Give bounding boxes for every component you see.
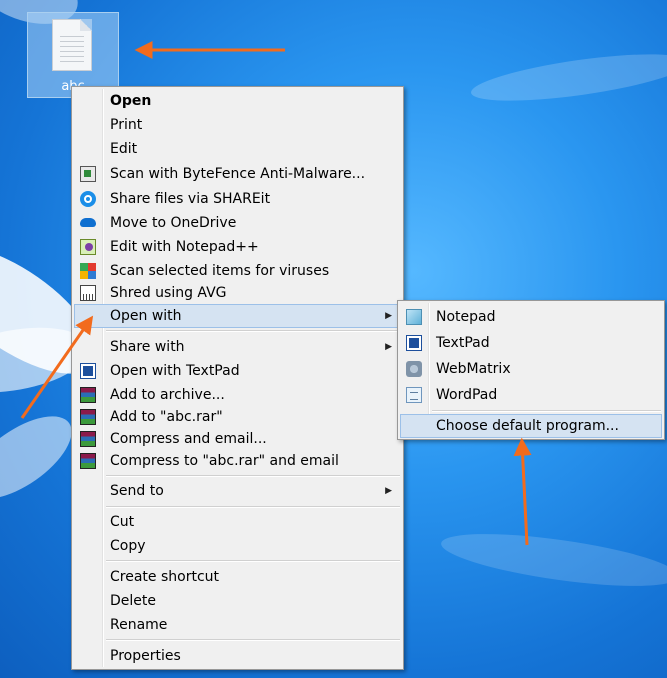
menu-item-scan-bytefence[interactable]: Scan with ByteFence Anti-Malware...: [75, 163, 400, 185]
notepad-icon: [406, 309, 422, 325]
menu-item-share-with[interactable]: Share with ▶: [75, 336, 400, 358]
textpad-icon: [406, 335, 422, 351]
wordpad-icon: [406, 387, 422, 403]
menu-item-shred[interactable]: Shred using AVG: [75, 282, 400, 304]
menu-item-label: Copy: [110, 538, 146, 554]
submenu-arrow-icon: ▶: [385, 486, 392, 496]
menu-item-open[interactable]: Open: [75, 90, 400, 112]
menu-separator: [432, 410, 661, 412]
webmatrix-icon: [406, 361, 422, 377]
submenu-item-textpad[interactable]: TextPad: [401, 332, 661, 354]
menu-item-shareit[interactable]: Share files via SHAREit: [75, 188, 400, 210]
menu-item-label: Edit: [110, 141, 138, 157]
menu-item-copy[interactable]: Copy: [75, 535, 400, 557]
menu-item-send-to[interactable]: Send to ▶: [75, 480, 400, 502]
textpad-icon: [80, 363, 96, 379]
menu-item-label: Delete: [110, 593, 156, 609]
menu-item-edit[interactable]: Edit: [75, 138, 400, 160]
winrar-icon: [80, 409, 96, 425]
menu-item-label: TextPad: [436, 335, 490, 351]
menu-item-print[interactable]: Print: [75, 114, 400, 136]
menu-item-label: Rename: [110, 617, 168, 633]
submenu-item-webmatrix[interactable]: WebMatrix: [401, 358, 661, 380]
menu-item-compress-abc-email[interactable]: Compress to "abc.rar" and email: [75, 450, 400, 472]
menu-separator: [106, 506, 400, 508]
menu-item-label: WordPad: [436, 387, 498, 403]
notepadpp-icon: [80, 239, 96, 255]
menu-item-label: Open with: [110, 308, 182, 324]
submenu-item-notepad[interactable]: Notepad: [401, 306, 661, 328]
menu-item-label: Send to: [110, 483, 164, 499]
menu-item-label: Open with TextPad: [110, 363, 240, 379]
menu-separator: [106, 560, 400, 562]
bytefence-icon: [80, 166, 96, 182]
onedrive-icon: [80, 218, 96, 227]
wallpaper-petal: [438, 523, 667, 597]
menu-item-scan-viruses[interactable]: Scan selected items for viruses: [75, 260, 400, 282]
menu-separator: [106, 639, 400, 641]
submenu-arrow-icon: ▶: [385, 311, 392, 321]
menu-item-label: Create shortcut: [110, 569, 220, 585]
submenu-item-choose-default[interactable]: Choose default program...: [400, 414, 662, 438]
menu-item-label: Notepad: [436, 309, 496, 325]
winrar-icon: [80, 387, 96, 403]
menu-separator: [106, 475, 400, 477]
menu-item-label: Shred using AVG: [110, 285, 227, 301]
submenu-item-wordpad[interactable]: WordPad: [401, 384, 661, 406]
menu-item-add-archive[interactable]: Add to archive...: [75, 384, 400, 406]
menu-item-onedrive[interactable]: Move to OneDrive: [75, 212, 400, 234]
wallpaper-petal: [468, 44, 667, 111]
menu-item-label: Compress and email...: [110, 431, 267, 447]
context-menu: Open Print Edit Scan with ByteFence Anti…: [71, 86, 404, 670]
text-document-icon: [52, 19, 92, 71]
menu-item-label: Add to "abc.rar": [110, 409, 223, 425]
avg-icon: [80, 263, 96, 279]
menu-separator: [106, 330, 400, 332]
menu-item-label: Compress to "abc.rar" and email: [110, 453, 339, 469]
menu-item-label: Share with: [110, 339, 185, 355]
menu-item-label: Cut: [110, 514, 135, 530]
menu-item-label: Properties: [110, 648, 181, 664]
menu-item-compress-email[interactable]: Compress and email...: [75, 428, 400, 450]
winrar-icon: [80, 431, 96, 447]
menu-item-delete[interactable]: Delete: [75, 590, 400, 612]
menu-item-open-textpad[interactable]: Open with TextPad: [75, 360, 400, 382]
menu-item-label: Scan with ByteFence Anti-Malware...: [110, 166, 366, 182]
open-with-submenu: Notepad TextPad WebMatrix WordPad Choose…: [397, 300, 665, 440]
submenu-arrow-icon: ▶: [385, 342, 392, 352]
menu-item-rename[interactable]: Rename: [75, 614, 400, 636]
menu-item-properties[interactable]: Properties: [75, 645, 400, 667]
menu-item-label: WebMatrix: [436, 361, 511, 377]
menu-item-notepadpp[interactable]: Edit with Notepad++: [75, 236, 400, 258]
shredder-icon: [80, 285, 96, 301]
winrar-icon: [80, 453, 96, 469]
menu-item-label: Add to archive...: [110, 387, 225, 403]
shareit-icon: [80, 191, 96, 207]
menu-item-label: Scan selected items for viruses: [110, 263, 330, 279]
menu-item-cut[interactable]: Cut: [75, 511, 400, 533]
menu-item-label: Print: [110, 117, 143, 133]
menu-item-create-shortcut[interactable]: Create shortcut: [75, 566, 400, 588]
menu-item-label: Open: [110, 93, 152, 109]
menu-item-label: Share files via SHAREit: [110, 191, 271, 207]
menu-item-open-with[interactable]: Open with ▶: [74, 304, 401, 328]
menu-item-label: Move to OneDrive: [110, 215, 237, 231]
menu-item-label: Choose default program...: [436, 418, 619, 434]
menu-item-label: Edit with Notepad++: [110, 239, 259, 255]
menu-item-add-abc-rar[interactable]: Add to "abc.rar": [75, 406, 400, 428]
